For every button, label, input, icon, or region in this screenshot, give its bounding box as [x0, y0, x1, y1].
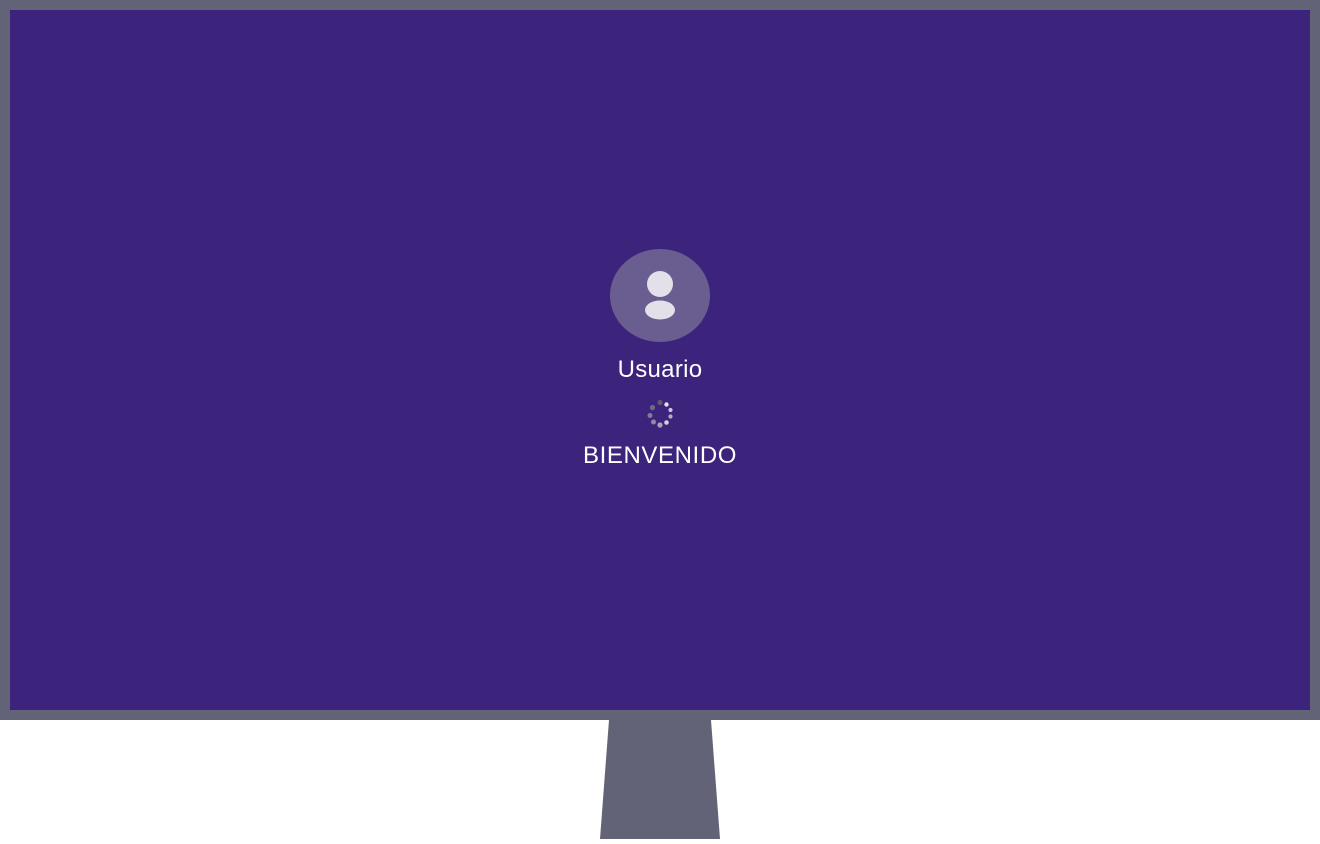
welcome-message: BIENVENIDO [582, 442, 738, 469]
username-label: Usuario [617, 356, 703, 383]
monitor-stand [0, 720, 1320, 839]
login-screen: Usuario BIENVENIDO [10, 10, 1310, 710]
loading-spinner-icon [644, 398, 676, 430]
user-silhouette-icon [645, 271, 675, 320]
monitor-frame: Usuario BIENVENIDO [0, 0, 1320, 720]
user-avatar [610, 249, 710, 342]
